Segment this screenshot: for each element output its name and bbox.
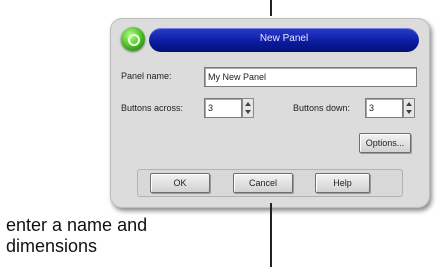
caption-text: enter a name and dimensions <box>6 215 256 257</box>
options-button[interactable]: Options... <box>359 133 411 153</box>
button-bar: OK Cancel Help <box>137 169 403 197</box>
dialog-title: New Panel <box>259 33 309 44</box>
help-button[interactable]: Help <box>315 173 370 193</box>
stepper-up-icon[interactable] <box>406 102 412 106</box>
stepper-down-icon[interactable] <box>406 110 412 114</box>
caption-line-1: enter a name and <box>6 215 148 235</box>
stepper-up-icon[interactable] <box>245 102 251 106</box>
stepper-down-icon[interactable] <box>245 110 251 114</box>
callout-line-top <box>270 0 272 16</box>
callout-line-bottom <box>270 203 272 267</box>
buttons-down-input[interactable]: 3 <box>365 98 403 118</box>
buttons-down-stepper[interactable] <box>403 98 415 118</box>
buttons-down-label: Buttons down: <box>293 103 351 113</box>
panel-name-input[interactable]: My New Panel <box>204 67 417 87</box>
ok-button[interactable]: OK <box>150 173 210 193</box>
new-panel-dialog: New Panel Panel name: My New Panel Butto… <box>110 18 430 208</box>
buttons-across-label: Buttons across: <box>121 103 184 113</box>
title-bar[interactable]: New Panel <box>149 28 419 52</box>
panel-name-label: Panel name: <box>121 71 172 81</box>
buttons-across-input[interactable]: 3 <box>204 98 242 118</box>
caption-line-2: dimensions <box>6 236 98 256</box>
buttons-across-stepper[interactable] <box>242 98 254 118</box>
app-logo-icon[interactable] <box>121 27 145 51</box>
cancel-button[interactable]: Cancel <box>233 173 293 193</box>
